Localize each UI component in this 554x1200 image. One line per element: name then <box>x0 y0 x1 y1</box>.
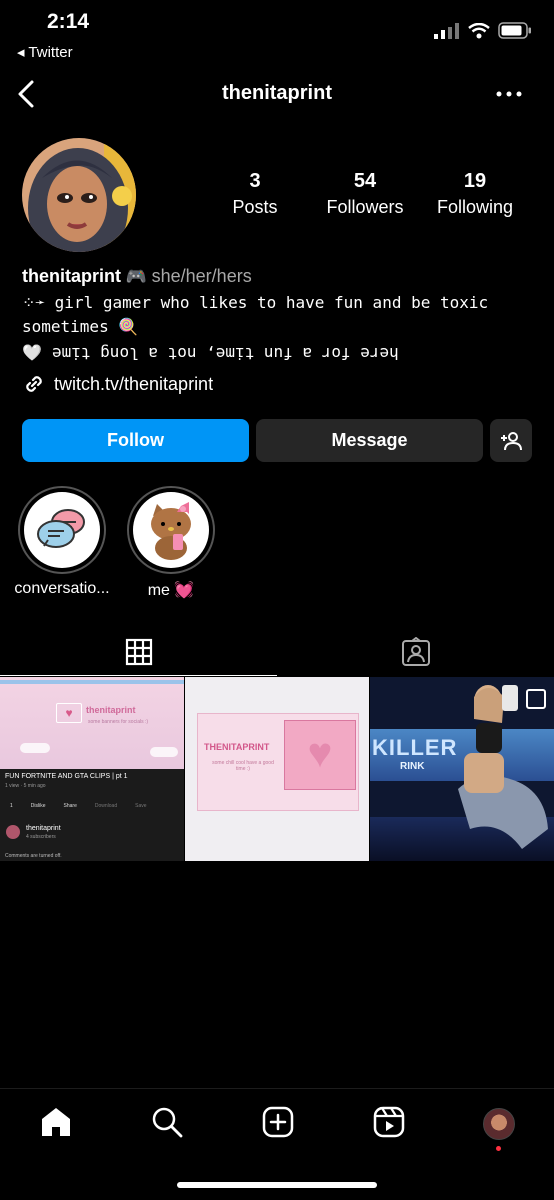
multiple-images-icon <box>526 689 546 709</box>
profile-stats: 3 Posts 54 Followers 19 Following <box>200 170 530 218</box>
stat-value: 3 <box>249 170 261 192</box>
status-time: 2:14 <box>47 10 90 33</box>
monitor-heart-icon: ♥ <box>56 703 82 723</box>
tagged-person-icon <box>401 637 430 666</box>
bio-name: thenitaprint <box>22 266 121 286</box>
highlight-conversations[interactable]: conversatio... <box>12 486 112 598</box>
tab-tagged[interactable] <box>277 628 554 676</box>
post-thumbnail-3[interactable]: KILLER RINK <box>370 677 554 861</box>
add-user-icon <box>501 431 522 450</box>
post1-share-label: Share <box>63 803 77 809</box>
wifi-icon <box>468 22 490 38</box>
post1-subscribers: 4 subscribers <box>26 834 56 840</box>
nav-create[interactable] <box>261 1105 295 1144</box>
heart-emoji: 🤍 <box>22 343 42 362</box>
nav-home[interactable] <box>39 1105 73 1144</box>
highlight-label: conversatio... <box>14 580 110 597</box>
channel-avatar <box>6 825 20 839</box>
bottom-navigation <box>0 1088 554 1159</box>
plus-square-icon <box>262 1106 294 1137</box>
bio-line-1: ⁘➛ girl gamer who likes to have fun and … <box>22 293 489 336</box>
home-indicator <box>177 1182 377 1188</box>
post1-video-meta: 1 view · 5 min ago <box>5 783 46 789</box>
signal-icon <box>434 22 459 39</box>
gamepad-emoji: 🎮 <box>125 267 147 286</box>
highlight-me[interactable]: me 💓 <box>121 486 221 600</box>
post3-sign: KILLER <box>372 735 458 760</box>
bio-link[interactable]: twitch.tv/thenitaprint <box>22 372 213 396</box>
battery-icon <box>498 22 531 39</box>
following-count[interactable]: 19 Following <box>420 170 530 218</box>
kitty-icon <box>151 502 191 560</box>
status-icons <box>434 22 532 39</box>
post2-title: THENITAPRINT <box>204 742 270 752</box>
post1-comments-note: Comments are turned off. <box>5 853 62 859</box>
grid-icon <box>125 638 152 666</box>
message-button[interactable]: Message <box>256 419 483 462</box>
bio-pronouns: she/her/hers <box>151 266 252 286</box>
chat-bubbles-icon <box>37 509 85 548</box>
post-thumbnail-1[interactable]: ♥ thenitaprint some banners for socials … <box>0 677 184 861</box>
bio-link-text[interactable]: twitch.tv/thenitaprint <box>54 374 213 395</box>
stat-value: 54 <box>353 170 377 192</box>
reels-icon <box>373 1106 405 1137</box>
back-to-twitter-link[interactable]: ◂ Twitter <box>17 43 73 61</box>
post1-like-count: 1 <box>10 803 13 809</box>
avatar-illustration <box>22 138 136 252</box>
home-icon <box>41 1107 70 1136</box>
link-icon <box>26 376 42 392</box>
banner-stripe <box>0 680 184 684</box>
highlight-label: me 💓 <box>147 582 195 599</box>
nav-profile[interactable] <box>483 1108 516 1151</box>
profile-avatar-small <box>483 1108 516 1140</box>
post1-channel: thenitaprint <box>26 825 61 832</box>
highlight-ring <box>127 486 215 574</box>
post1-banner: ♥ thenitaprint some banners for socials … <box>0 677 184 769</box>
post1-download-label: Download <box>94 803 118 809</box>
post1-banner-title: thenitaprint <box>86 705 136 715</box>
heart-icon: ♥ <box>307 729 333 776</box>
highlight-ring <box>18 486 106 574</box>
more-icon <box>496 91 522 97</box>
post3-sign2: RINK <box>400 761 425 772</box>
post1-banner-subtitle: some banners for socials :) <box>88 719 149 725</box>
search-icon <box>152 1107 183 1137</box>
highlight-cover <box>24 492 100 568</box>
highlight-cover <box>133 492 209 568</box>
post1-dislike-label: Dislike <box>30 803 46 809</box>
post2-window: THENITAPRINT some chill cool have a good… <box>197 713 359 811</box>
profile-bio: thenitaprint 🎮 she/her/hers ⁘➛ girl game… <box>22 264 542 365</box>
post1-video-title: FUN FORTNITE AND GTA CLIPS | pt 1 <box>5 773 128 780</box>
stat-label: Followers <box>326 197 404 217</box>
post2-subtitle: some chill cool have a good time :) <box>212 760 274 772</box>
post1-save-label: Save <box>135 803 147 809</box>
stat-label: Posts <box>232 197 278 217</box>
followers-count[interactable]: 54 Followers <box>310 170 420 218</box>
post1-video-info: FUN FORTNITE AND GTA CLIPS | pt 1 1 view… <box>0 769 184 861</box>
cloud-shape <box>20 743 50 753</box>
nav-reels[interactable] <box>372 1105 406 1144</box>
more-options-button[interactable] <box>494 82 524 106</box>
active-tab-indicator <box>0 675 277 676</box>
stat-label: Following <box>436 197 514 217</box>
bio-line-2-upside-down: here for a fun time, not a long time <box>51 344 399 363</box>
notification-dot <box>496 1146 502 1151</box>
post-thumbnail-2[interactable]: THENITAPRINT some chill cool have a good… <box>185 677 369 861</box>
follow-button[interactable]: Follow <box>22 419 249 462</box>
cloud-shape <box>150 747 178 757</box>
profile-username-header: thenitaprint <box>222 82 332 104</box>
stat-value: 19 <box>463 170 487 192</box>
profile-avatar[interactable] <box>22 138 136 252</box>
nav-search[interactable] <box>150 1105 184 1144</box>
post2-heart-frame: ♥ <box>284 720 356 790</box>
suggested-users-button[interactable] <box>490 419 532 462</box>
post1-action-row: 1 Dislike Share Download Save <box>10 803 147 809</box>
lollipop-emoji: 🍭 <box>118 317 139 336</box>
tab-posts-grid[interactable] <box>0 628 277 676</box>
posts-count: 3 Posts <box>200 170 310 218</box>
